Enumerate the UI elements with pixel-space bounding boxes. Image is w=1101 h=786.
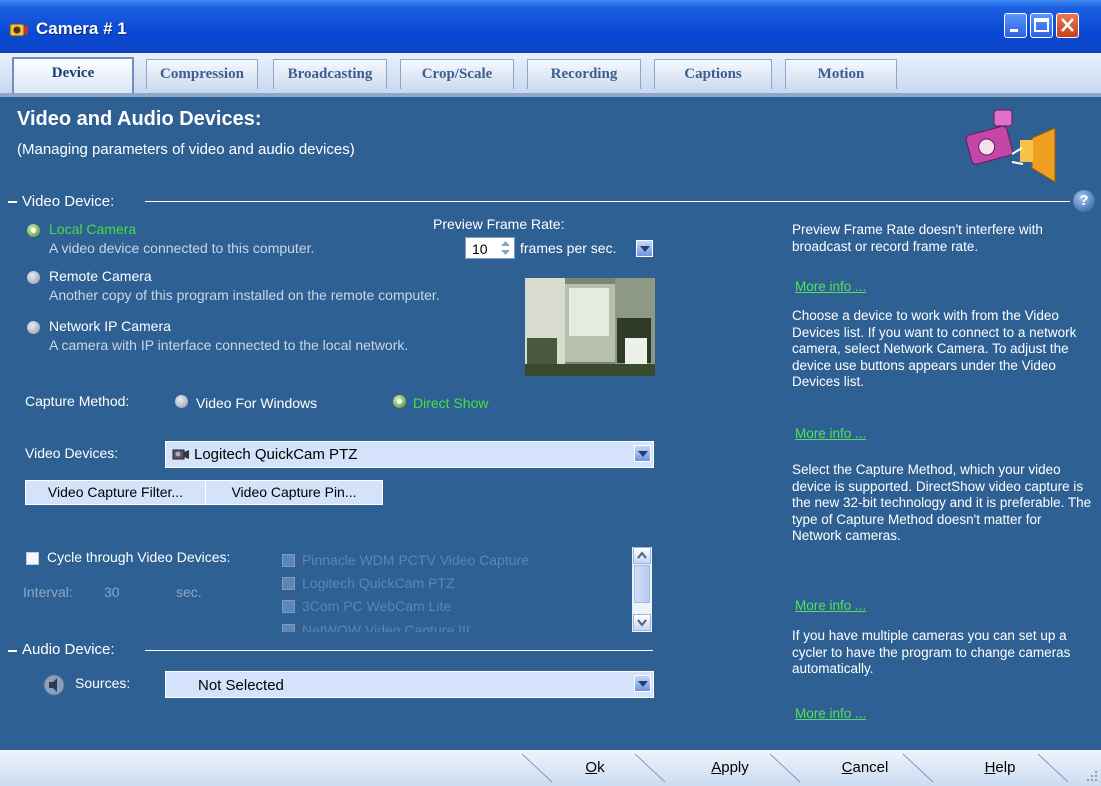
maximize-button[interactable]: [1030, 13, 1053, 38]
help-text-devices: Choose a device to work with from the Vi…: [792, 308, 1077, 389]
local-camera-radio[interactable]: [27, 224, 40, 237]
frame-rate-dropdown-arrow[interactable]: [636, 240, 653, 257]
preview-frame-rate-unit: frames per sec.: [520, 240, 617, 256]
video-section-rule: [145, 201, 1070, 202]
direct-show-label[interactable]: Direct Show: [413, 395, 488, 411]
preview-frame-rate-label: Preview Frame Rate:: [433, 216, 565, 232]
cancel-button[interactable]: Cancel: [815, 757, 915, 781]
tab-strip: Device Compression Broadcasting Crop/Sca…: [0, 53, 1101, 97]
title-bar[interactable]: Camera # 1: [0, 0, 1101, 53]
page-title: Video and Audio Devices:: [17, 108, 262, 130]
camera-app-icon: [9, 23, 28, 37]
video-section-dash: [8, 201, 17, 203]
video-capture-filter-button[interactable]: Video Capture Filter...: [25, 480, 206, 505]
cycle-device-checkbox[interactable]: [282, 600, 295, 613]
capture-method-label: Capture Method:: [25, 393, 130, 409]
audio-sources-label: Sources:: [75, 675, 131, 691]
interval-label: Interval:: [23, 584, 73, 600]
apply-button[interactable]: Apply: [680, 757, 780, 781]
video-for-windows-label[interactable]: Video For Windows: [196, 395, 317, 411]
tab-crop-scale[interactable]: Crop/Scale: [400, 59, 514, 89]
webcam-icon: [172, 449, 189, 460]
audio-device-heading: Audio Device:: [22, 641, 115, 658]
remote-camera-label[interactable]: Remote Camera: [49, 268, 152, 284]
direct-show-radio[interactable]: [393, 395, 406, 408]
page-subtitle: (Managing parameters of video and audio …: [17, 141, 355, 158]
video-devices-select[interactable]: Logitech QuickCam PTZ: [165, 441, 654, 468]
cycle-device-item[interactable]: Pinnacle WDM PCTV Video Capture: [302, 552, 529, 568]
more-info-link[interactable]: More info ...: [795, 426, 866, 441]
help-text-frame-rate: Preview Frame Rate doesn't interfere wit…: [792, 222, 1043, 254]
tab-device[interactable]: Device: [12, 57, 134, 93]
scroll-down-button[interactable]: [633, 614, 651, 631]
help-button[interactable]: Help: [950, 757, 1050, 781]
cycle-device-item[interactable]: NetWOW Video Capture III: [302, 622, 470, 632]
network-ip-camera-label[interactable]: Network IP Camera: [49, 318, 171, 334]
minimize-button[interactable]: [1004, 13, 1027, 38]
audio-sources-value: Not Selected: [198, 677, 284, 694]
tab-compression[interactable]: Compression: [146, 59, 258, 89]
video-devices-dropdown-arrow[interactable]: [634, 445, 651, 462]
local-camera-description: A video device connected to this compute…: [49, 240, 315, 256]
remote-camera-description: Another copy of this program installed o…: [49, 287, 440, 303]
cycle-device-checkbox[interactable]: [282, 554, 295, 567]
tab-captions[interactable]: Captions: [654, 59, 772, 89]
tab-motion[interactable]: Motion: [785, 59, 897, 89]
cycle-device-item[interactable]: 3Com PC WebCam Lite: [302, 598, 451, 614]
interval-unit: sec.: [176, 584, 202, 600]
audio-sources-dropdown-arrow[interactable]: [634, 675, 651, 692]
camera-preview-image: [525, 278, 655, 376]
remote-camera-radio[interactable]: [27, 271, 40, 284]
minimize-icon: [1010, 29, 1018, 32]
chevron-up-icon: [637, 551, 647, 559]
help-icon[interactable]: ?: [1073, 190, 1095, 212]
speaker-icon: [43, 674, 65, 696]
preview-frame-rate-spinner[interactable]: 10: [465, 237, 515, 259]
tab-broadcasting[interactable]: Broadcasting: [273, 59, 387, 89]
resize-grip-icon[interactable]: [1086, 770, 1098, 782]
maximize-icon: [1034, 18, 1049, 32]
scroll-thumb[interactable]: [634, 565, 650, 603]
camera-settings-window: Camera # 1 Device Compression Broadcasti…: [0, 0, 1101, 786]
more-info-link[interactable]: More info ...: [795, 279, 866, 294]
help-text-cycler: If you have multiple cameras you can set…: [792, 628, 1071, 676]
video-devices-value: Logitech QuickCam PTZ: [194, 446, 358, 463]
network-ip-camera-radio[interactable]: [27, 321, 40, 334]
preview-scene: [525, 278, 655, 376]
cycle-devices-scrollbar[interactable]: [632, 547, 652, 632]
cycle-devices-checkbox[interactable]: [26, 552, 39, 565]
close-icon: [1061, 18, 1074, 32]
spinner-arrows-icon[interactable]: [499, 240, 512, 256]
ok-button[interactable]: Ok: [545, 757, 645, 781]
cycle-devices-list[interactable]: Pinnacle WDM PCTV Video Capture Logitech…: [280, 548, 630, 632]
network-ip-camera-description: A camera with IP interface connected to …: [49, 337, 409, 353]
interval-value[interactable]: 30: [104, 584, 120, 600]
video-for-windows-radio[interactable]: [175, 395, 188, 408]
video-device-heading: Video Device:: [22, 193, 115, 210]
more-info-link[interactable]: More info ...: [795, 598, 866, 613]
chevron-down-icon: [637, 619, 647, 627]
video-audio-devices-icon: [965, 109, 1056, 183]
help-text-capture-method: Select the Capture Method, which your vi…: [792, 462, 1092, 543]
video-devices-label: Video Devices:: [25, 445, 119, 461]
audio-sources-select[interactable]: Not Selected: [165, 671, 654, 698]
tab-recording[interactable]: Recording: [527, 59, 641, 89]
cycle-device-item[interactable]: Logitech QuickCam PTZ: [302, 575, 455, 591]
preview-frame-rate-value: 10: [472, 241, 488, 257]
more-info-link[interactable]: More info ...: [795, 706, 866, 721]
close-button[interactable]: [1056, 13, 1079, 38]
cycle-device-checkbox[interactable]: [282, 577, 295, 590]
cycle-device-checkbox[interactable]: [282, 624, 295, 632]
tab-strip-divider: [0, 93, 1101, 97]
audio-section-dash: [8, 650, 17, 652]
window-title: Camera # 1: [36, 19, 127, 38]
audio-section-rule: [145, 650, 653, 651]
local-camera-label[interactable]: Local Camera: [49, 221, 136, 237]
video-capture-pin-button[interactable]: Video Capture Pin...: [205, 480, 383, 505]
cycle-devices-label[interactable]: Cycle through Video Devices:: [47, 549, 230, 565]
scroll-up-button[interactable]: [633, 547, 651, 564]
